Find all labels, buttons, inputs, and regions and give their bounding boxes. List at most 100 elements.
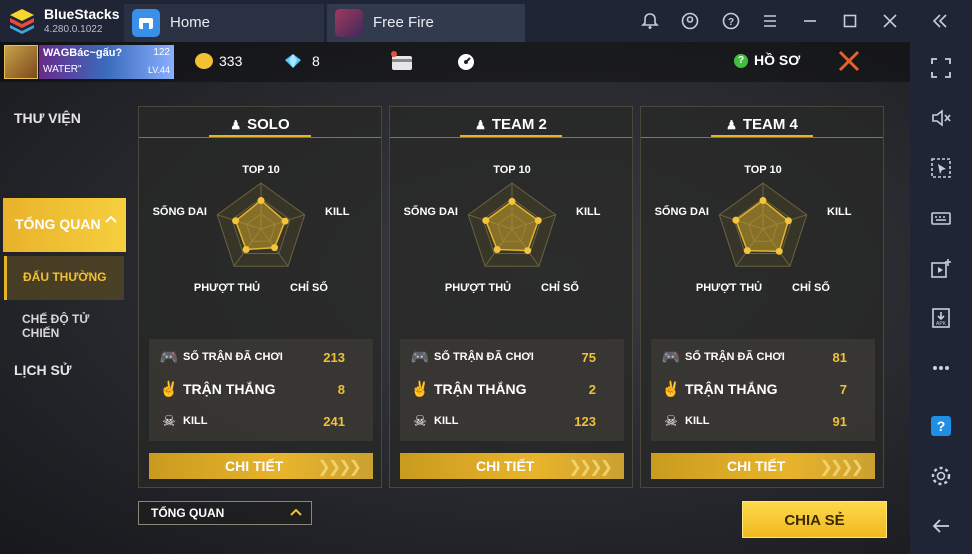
detail-button[interactable]: CHI TIẾT ❯❯❯❯ bbox=[651, 453, 875, 479]
card-divider bbox=[641, 137, 883, 138]
radar-point bbox=[493, 245, 501, 253]
radar-point bbox=[524, 247, 532, 255]
stat-value: 75 bbox=[581, 350, 596, 365]
card-mode-title: ♟ SOLO bbox=[139, 116, 381, 133]
stat-value: 123 bbox=[574, 414, 596, 429]
player-name: WAGBác~gấu? bbox=[43, 47, 123, 59]
chevron-up-icon bbox=[289, 505, 303, 522]
volume-mute-icon[interactable] bbox=[927, 104, 955, 132]
bell-icon[interactable] bbox=[638, 9, 662, 33]
shop-card-icon[interactable] bbox=[388, 48, 416, 74]
victory-hand-icon: ✌ bbox=[661, 381, 681, 398]
card-mode-title: ♟ TEAM 2 bbox=[390, 116, 632, 133]
nav-overview[interactable]: TỔNG QUAN bbox=[3, 198, 126, 252]
radar-label-left: SỐNG DAI bbox=[404, 204, 458, 218]
stat-value: 213 bbox=[323, 350, 345, 365]
tab-home[interactable]: Home bbox=[124, 4, 324, 42]
stat-label: KILL bbox=[183, 415, 208, 427]
menu-icon[interactable] bbox=[758, 9, 782, 33]
stat-label: SỐ TRẬN ĐÃ CHƠI bbox=[685, 351, 785, 363]
share-label: CHIA SẺ bbox=[784, 512, 845, 529]
fullscreen-icon[interactable] bbox=[927, 54, 955, 82]
stat-row: ✌ TRẬN THẮNG 8 bbox=[149, 375, 373, 405]
share-button[interactable]: CHIA SẺ bbox=[742, 501, 887, 538]
right-sidebar: APK ? bbox=[910, 42, 972, 554]
stats-panel: 🎮 SỐ TRẬN ĐÃ CHƠI 75 ✌ TRẬN THẮNG 2 ☠ KI… bbox=[400, 339, 624, 441]
radar-chart: TOP 10 KILL SỐNG DAI PHƯỢT THỦ CHỈ SỐ bbox=[153, 164, 350, 294]
radar-point bbox=[759, 196, 767, 204]
tab-free-fire[interactable]: Free Fire bbox=[327, 4, 525, 42]
player-banner[interactable]: WAGBác~gấu? WATER" 122 LV.44 bbox=[39, 45, 174, 79]
card-header: ♟ TEAM 2 bbox=[390, 107, 632, 138]
close-icon[interactable] bbox=[878, 9, 902, 33]
account-icon[interactable] bbox=[678, 9, 702, 33]
select-area-icon[interactable] bbox=[927, 154, 955, 182]
radar-label-bottom-left: PHƯỢT THỦ bbox=[445, 281, 511, 294]
stat-row: 🎮 SỐ TRẬN ĐÃ CHƠI 75 bbox=[400, 343, 624, 373]
radar-point bbox=[732, 216, 740, 224]
nav-history[interactable]: LỊCH SỬ bbox=[14, 362, 72, 378]
chevrons-right-icon: ❯❯❯❯ bbox=[317, 459, 362, 476]
keyboard-icon[interactable] bbox=[927, 204, 955, 232]
stat-row: 🎮 SỐ TRẬN ĐÃ CHƠI 213 bbox=[149, 343, 373, 373]
radar-label-top: TOP 10 bbox=[242, 164, 280, 176]
bluestacks-logo-icon bbox=[10, 9, 34, 34]
tab-free-fire-label: Free Fire bbox=[373, 14, 434, 31]
detail-label: CHI TIẾT bbox=[225, 458, 284, 474]
stat-row: ✌ TRẬN THẮNG 2 bbox=[400, 375, 624, 405]
stat-row: 🎮 SỐ TRẬN ĐÃ CHƠI 81 bbox=[651, 343, 875, 373]
gold-coin-icon bbox=[195, 53, 213, 69]
help-icon[interactable]: ? bbox=[719, 9, 743, 33]
stat-row: ✌ TRẬN THẮNG 7 bbox=[651, 375, 875, 405]
help-icon[interactable]: ? bbox=[927, 412, 955, 440]
nav-clash-squad[interactable]: CHẾ ĐỘ TỬ CHIẾN bbox=[22, 312, 128, 340]
gamepad-icon: 🎮 bbox=[410, 349, 430, 366]
stat-row: ☠ KILL 241 bbox=[149, 407, 373, 437]
player-guild: WATER" bbox=[43, 64, 82, 75]
detail-button[interactable]: CHI TIẾT ❯❯❯❯ bbox=[149, 453, 373, 479]
stat-value: 241 bbox=[323, 414, 345, 429]
app-version: 4.280.0.1022 bbox=[44, 24, 103, 35]
settings-icon[interactable] bbox=[927, 462, 955, 490]
chevrons-right-icon: ❯❯❯❯ bbox=[819, 459, 864, 476]
gamepad-icon: 🎮 bbox=[661, 349, 681, 366]
radar-label-right: KILL bbox=[576, 206, 601, 218]
back-icon[interactable] bbox=[927, 512, 955, 540]
more-icon[interactable] bbox=[927, 354, 955, 382]
radar-label-bottom-right: CHỈ SỐ bbox=[792, 280, 830, 294]
stat-label: SỐ TRẬN ĐÃ CHƠI bbox=[183, 351, 283, 363]
stat-card: ♟ TEAM 4 TOP 10 KILL SỐNG DAI PHƯỢT THỦ C… bbox=[640, 106, 884, 488]
stat-value: 8 bbox=[337, 382, 345, 397]
radar-point bbox=[534, 216, 542, 224]
radar-point bbox=[482, 216, 490, 224]
radar-point bbox=[271, 244, 279, 252]
card-mode-label: TEAM 4 bbox=[742, 116, 798, 133]
stat-value: 2 bbox=[588, 382, 596, 397]
stats-panel: 🎮 SỐ TRẬN ĐÃ CHƠI 213 ✌ TRẬN THẮNG 8 ☠ K… bbox=[149, 339, 373, 441]
chevron-up-icon bbox=[104, 212, 118, 229]
home-icon bbox=[132, 9, 160, 37]
radar-label-left: SỐNG DAI bbox=[655, 204, 709, 218]
avatar[interactable] bbox=[4, 45, 38, 79]
minimize-icon[interactable] bbox=[798, 9, 822, 33]
card-header: ♟ SOLO bbox=[139, 107, 381, 138]
media-manager-icon[interactable] bbox=[927, 254, 955, 282]
player-level: LV.44 bbox=[147, 65, 170, 75]
radar-point bbox=[775, 247, 783, 255]
card-header: ♟ TEAM 4 bbox=[641, 107, 883, 138]
collapse-sidebar-icon[interactable] bbox=[928, 9, 952, 33]
close-panel-icon[interactable] bbox=[836, 48, 862, 74]
nav-library[interactable]: THƯ VIỆN bbox=[14, 110, 81, 126]
stat-row: ☠ KILL 123 bbox=[400, 407, 624, 437]
radar-label-left: SỐNG DAI bbox=[153, 204, 207, 218]
stat-value: 91 bbox=[832, 414, 847, 429]
speedometer-icon[interactable] bbox=[456, 52, 476, 72]
skull-kill-icon: ☠ bbox=[413, 413, 427, 430]
radar-label-bottom-left: PHƯỢT THỦ bbox=[696, 281, 762, 294]
svg-text:APK: APK bbox=[936, 321, 947, 327]
maximize-icon[interactable] bbox=[838, 9, 862, 33]
apk-install-icon[interactable]: APK bbox=[927, 304, 955, 332]
mode-dropdown[interactable]: TỔNG QUAN bbox=[138, 501, 312, 525]
nav-ranked[interactable]: ĐẤU THƯỜNG bbox=[4, 256, 124, 300]
detail-button[interactable]: CHI TIẾT ❯❯❯❯ bbox=[400, 453, 624, 479]
